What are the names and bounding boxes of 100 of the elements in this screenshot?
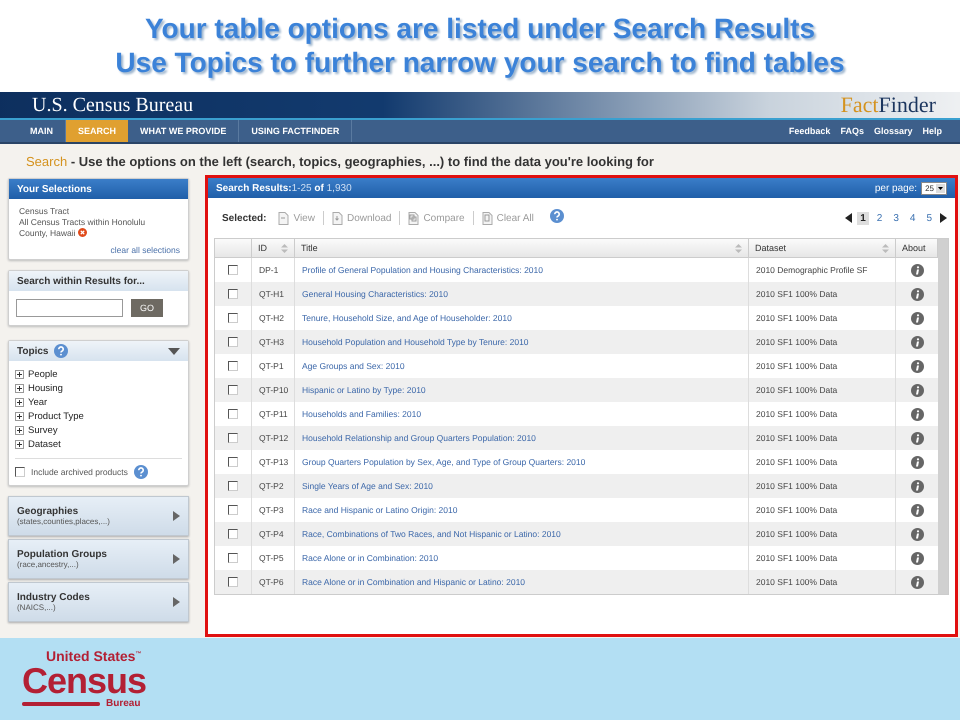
nav-link[interactable]: Help xyxy=(922,126,942,136)
table-cell: QT-P6 xyxy=(252,570,295,594)
help-icon[interactable] xyxy=(134,465,148,479)
filter-panel[interactable]: Population Groups (race,ancestry,...) xyxy=(8,539,189,579)
row-checkbox[interactable] xyxy=(228,457,238,467)
row-checkbox[interactable] xyxy=(228,529,238,539)
arrow-icon[interactable] xyxy=(173,597,180,607)
row-checkbox[interactable] xyxy=(228,505,238,515)
per-page-select[interactable]: 25 xyxy=(921,182,947,194)
table-link[interactable]: Race, Combinations of Two Races, and Not Hispanic or Latino: 2010 xyxy=(295,522,749,546)
info-icon[interactable] xyxy=(910,456,924,468)
table-cell: QT-H3 xyxy=(252,330,295,354)
search-field[interactable] xyxy=(16,299,123,317)
dropdown-icon[interactable] xyxy=(936,184,945,192)
page-link[interactable]: 1 xyxy=(857,212,869,224)
filter-panel[interactable]: Geographies (states,counties,places,...) xyxy=(8,496,189,536)
page-link[interactable]: 4 xyxy=(906,212,918,224)
panel-title: Your Selections xyxy=(9,179,188,199)
plus-icon[interactable] xyxy=(15,440,24,448)
topic-item[interactable]: Survey xyxy=(15,423,182,437)
row-checkbox[interactable] xyxy=(228,361,238,371)
nav-link[interactable]: Feedback xyxy=(788,126,830,136)
info-icon[interactable] xyxy=(910,552,924,564)
help-icon[interactable] xyxy=(550,208,564,222)
table-cell: QT-P2 xyxy=(252,474,295,498)
topic-item[interactable]: Dataset xyxy=(15,437,182,451)
go-button[interactable]: GO xyxy=(131,299,163,317)
info-icon[interactable] xyxy=(910,312,924,324)
plus-icon[interactable] xyxy=(15,370,24,378)
table-cell: QT-P4 xyxy=(252,522,295,546)
help-icon[interactable] xyxy=(54,344,68,358)
table-link[interactable]: Race Alone or in Combination and Hispanic or Latino: 2010 xyxy=(295,570,749,594)
filter-title: Population Groups xyxy=(17,549,107,560)
slide-title: Use Topics to further narrow your search to find tables xyxy=(115,47,845,79)
row-checkbox[interactable] xyxy=(228,385,238,395)
selection-value: All Census Tracts within Honolulu County, Hawaii xyxy=(19,217,146,239)
nav-link[interactable]: Glossary xyxy=(874,126,912,136)
table-link[interactable]: General Housing Characteristics: 2010 xyxy=(295,282,749,306)
topic-item[interactable]: Housing xyxy=(15,381,182,395)
column-header[interactable]: ID xyxy=(252,239,295,258)
info-icon[interactable] xyxy=(910,288,924,300)
table-cell: 2010 SF1 100% Data xyxy=(749,378,896,402)
row-checkbox[interactable] xyxy=(228,313,238,323)
product-logo: FactFinder xyxy=(840,92,936,118)
table-link[interactable]: Single Years of Age and Sex: 2010 xyxy=(295,474,749,498)
plus-icon[interactable] xyxy=(15,384,24,392)
scrollbar[interactable] xyxy=(938,239,948,594)
info-icon[interactable] xyxy=(910,408,924,420)
info-icon[interactable] xyxy=(910,528,924,540)
document-icon xyxy=(278,212,290,224)
nav-tab[interactable]: WHAT WE PROVIDE xyxy=(128,120,240,142)
table-link[interactable]: Hispanic or Latino by Type: 2010 xyxy=(295,378,749,402)
page-link[interactable]: 5 xyxy=(923,212,935,224)
table-link[interactable]: Household Relationship and Group Quarters Population: 2010 xyxy=(295,426,749,450)
per-page-label: per page: xyxy=(874,182,918,194)
plus-icon[interactable] xyxy=(15,426,24,434)
archived-checkbox[interactable] xyxy=(15,467,25,477)
column-header[interactable]: About xyxy=(896,239,938,258)
table-cell: 2010 SF1 100% Data xyxy=(749,522,896,546)
remove-icon[interactable] xyxy=(78,228,87,237)
row-checkbox[interactable] xyxy=(228,553,238,563)
info-icon[interactable] xyxy=(910,360,924,372)
info-icon[interactable] xyxy=(910,504,924,516)
topic-item[interactable]: Year xyxy=(15,395,182,409)
table-link[interactable]: Household Population and Household Type by Tenure: 2010 xyxy=(295,330,749,354)
info-icon[interactable] xyxy=(910,576,924,588)
page-link[interactable]: 3 xyxy=(890,212,902,224)
nav-link[interactable]: FAQs xyxy=(840,126,864,136)
previous-icon[interactable] xyxy=(845,213,852,223)
row-checkbox[interactable] xyxy=(228,265,238,275)
row-checkbox[interactable] xyxy=(228,433,238,443)
row-checkbox[interactable] xyxy=(228,409,238,419)
filter-title: Geographies xyxy=(17,506,80,517)
info-icon[interactable] xyxy=(910,432,924,444)
column-header[interactable]: Dataset xyxy=(749,239,896,258)
collapse-icon[interactable] xyxy=(168,348,180,354)
row-checkbox[interactable] xyxy=(228,289,238,299)
topics-header[interactable]: Topics xyxy=(9,341,188,361)
topic-item[interactable]: Product Type xyxy=(15,409,182,423)
page-link[interactable]: 2 xyxy=(874,212,886,224)
column-header[interactable]: Title xyxy=(295,239,749,258)
arrow-icon[interactable] xyxy=(173,554,180,564)
row-checkbox[interactable] xyxy=(228,577,238,587)
next-icon[interactable] xyxy=(940,213,947,223)
info-icon[interactable] xyxy=(910,384,924,396)
row-checkbox[interactable] xyxy=(228,481,238,491)
nav-tab[interactable]: USING FACTFINDER xyxy=(239,120,352,142)
info-icon[interactable] xyxy=(910,264,924,276)
info-icon[interactable] xyxy=(910,480,924,492)
arrow-icon[interactable] xyxy=(173,511,180,521)
topic-item[interactable]: People xyxy=(15,367,182,381)
row-checkbox[interactable] xyxy=(228,337,238,347)
document-icon xyxy=(482,212,493,224)
plus-icon[interactable] xyxy=(15,412,24,420)
table-cell: QT-H1 xyxy=(252,282,295,306)
clear-selections-link[interactable]: clear all selections xyxy=(19,245,180,255)
agency-name: U.S. Census Bureau xyxy=(32,94,194,116)
plus-icon[interactable] xyxy=(15,398,24,406)
info-icon[interactable] xyxy=(910,336,924,348)
filter-panel[interactable]: Industry Codes (NAICS,...) xyxy=(8,582,189,622)
